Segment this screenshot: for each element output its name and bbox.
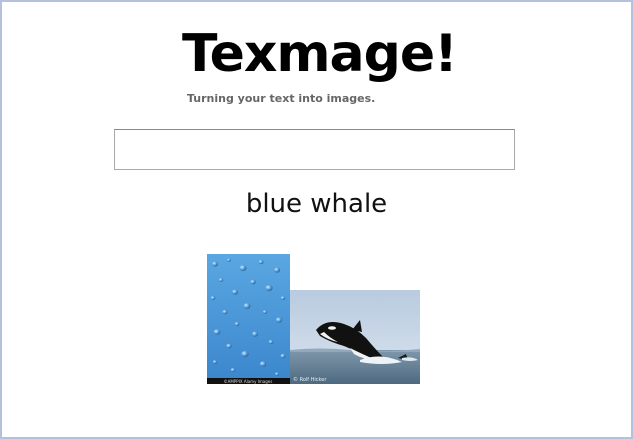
text-input[interactable] [114,129,515,170]
water-droplets-image: ©AMPPIX Alamy Images [207,254,290,384]
orca-breaching-image: © Rolf Hicker [290,290,420,384]
page-frame: Texmage! Turning your text into images. … [0,0,633,439]
image-credit: ©AMPPIX Alamy Images [224,379,273,384]
image-credit: © Rolf Hicker [293,376,327,383]
app-title: Texmage! [182,24,458,84]
query-text: blue whale [245,189,388,219]
app-tagline: Turning your text into images. [187,92,376,105]
